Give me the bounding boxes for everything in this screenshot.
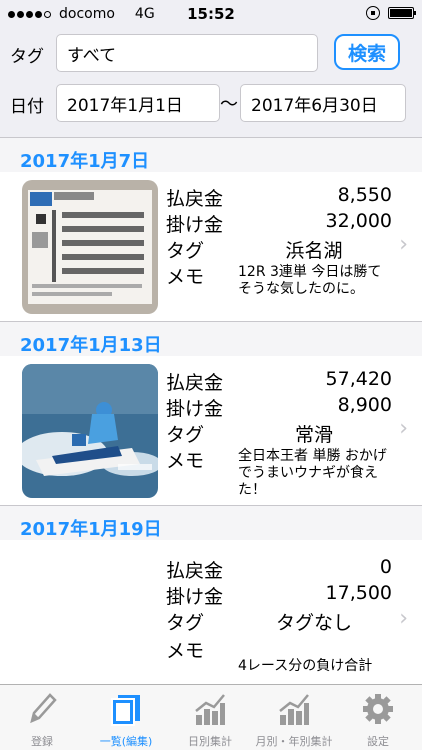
list-icon xyxy=(111,695,140,726)
entry-row[interactable]: 払戻金 8,550 掛け金 32,000 タグ 浜名湖 メモ 12R 3連単 今… xyxy=(0,172,422,322)
bet-field: 掛け金 32,000 xyxy=(166,210,392,236)
entry-row[interactable]: 払戻金 0 掛け金 17,500 タグ タグなし メモ 4レース分の負け合計 › xyxy=(0,540,422,708)
bet-field: 掛け金 17,500 xyxy=(166,582,392,608)
tab-label: 登録 xyxy=(31,735,53,748)
entry-row[interactable]: 払戻金 57,420 掛け金 8,900 タグ 常滑 メモ 全日本王者 単勝 お… xyxy=(0,356,422,506)
date-to-field[interactable]: 2017年6月30日 xyxy=(240,84,406,122)
memo-label: メモ xyxy=(166,450,205,472)
tag-filter-field[interactable]: すべて xyxy=(56,34,318,72)
tag-value: タグなし xyxy=(275,612,352,634)
payout-value: 0 xyxy=(379,556,392,578)
payout-label: 払戻金 xyxy=(166,372,224,394)
section-date-header: 2017年1月19日 xyxy=(0,506,422,540)
payout-value: 8,550 xyxy=(337,184,392,206)
tag-field: タグ 浜名湖 xyxy=(166,236,392,262)
pencil-icon xyxy=(30,693,57,724)
tab-label: 一覧(編集) xyxy=(99,735,153,748)
memo-label: メモ xyxy=(166,266,205,288)
tag-value: 浜名湖 xyxy=(285,240,343,262)
tag-field: タグ タグなし xyxy=(166,608,392,634)
filter-panel: タグ すべて 検索 日付 2017年1月1日 〜 2017年6月30日 xyxy=(0,28,422,138)
section-date-header: 2017年1月13日 xyxy=(0,322,422,356)
memo-value: 4レース分の負け合計 xyxy=(238,658,373,674)
entry-list: 2017年1月7日 払戻金 8,550 掛け金 32,000 タグ 浜名湖 メモ… xyxy=(0,138,422,708)
bet-value: 32,000 xyxy=(325,210,392,232)
tag-filter-label: タグ xyxy=(10,47,44,67)
status-bar: docomo 4G 15:52 xyxy=(0,0,422,28)
tab-monthly-yearly[interactable]: 月別・年別集計 xyxy=(252,685,336,750)
memo-label: メモ xyxy=(166,640,205,662)
ticket-photo xyxy=(22,180,158,314)
tag-field: タグ 常滑 xyxy=(166,420,392,446)
chevron-right-icon: › xyxy=(399,606,408,631)
boat-photo xyxy=(22,364,158,498)
chart-icon xyxy=(279,694,309,725)
gear-icon xyxy=(363,694,393,724)
tag-value: 常滑 xyxy=(294,424,333,446)
bet-value: 17,500 xyxy=(325,582,392,604)
date-filter-label: 日付 xyxy=(10,97,44,117)
status-right xyxy=(366,6,416,20)
tab-label: 設定 xyxy=(367,735,389,748)
tab-label: 日別集計 xyxy=(188,735,232,748)
tab-settings[interactable]: 設定 xyxy=(336,685,420,750)
search-button[interactable]: 検索 xyxy=(334,34,400,70)
memo-field: メモ xyxy=(166,636,392,662)
rotation-lock-icon xyxy=(366,6,380,20)
payout-label: 払戻金 xyxy=(166,188,224,210)
payout-field: 払戻金 8,550 xyxy=(166,184,392,210)
chart-icon xyxy=(195,694,225,725)
tab-bar: 登録 一覧(編集) 日別集計 月別・年別集計 設定 xyxy=(0,684,422,750)
tab-list[interactable]: 一覧(編集) xyxy=(84,685,168,750)
tab-register[interactable]: 登録 xyxy=(0,685,84,750)
date-range-separator: 〜 xyxy=(220,94,238,115)
tab-daily[interactable]: 日別集計 xyxy=(168,685,252,750)
bet-label: 掛け金 xyxy=(166,214,224,236)
payout-label: 払戻金 xyxy=(166,560,224,582)
battery-icon xyxy=(388,7,416,19)
date-from-field[interactable]: 2017年1月1日 xyxy=(56,84,220,122)
memo-value: 12R 3連単 今日は勝てそうな気したのに。 xyxy=(238,264,382,297)
bet-label: 掛け金 xyxy=(166,586,224,608)
bet-value: 8,900 xyxy=(337,394,392,416)
memo-value: 全日本王者 単勝 おかげでうまいウナギが食えた！ xyxy=(238,448,387,498)
bet-label: 掛け金 xyxy=(166,398,224,420)
payout-field: 払戻金 57,420 xyxy=(166,368,392,394)
chevron-right-icon: › xyxy=(399,416,408,441)
status-time: 15:52 xyxy=(187,5,235,23)
payout-value: 57,420 xyxy=(325,368,392,390)
bet-field: 掛け金 8,900 xyxy=(166,394,392,420)
chevron-right-icon: › xyxy=(399,232,408,257)
payout-field: 払戻金 0 xyxy=(166,556,392,582)
tab-label: 月別・年別集計 xyxy=(255,735,333,748)
section-date-header: 2017年1月7日 xyxy=(0,138,422,172)
